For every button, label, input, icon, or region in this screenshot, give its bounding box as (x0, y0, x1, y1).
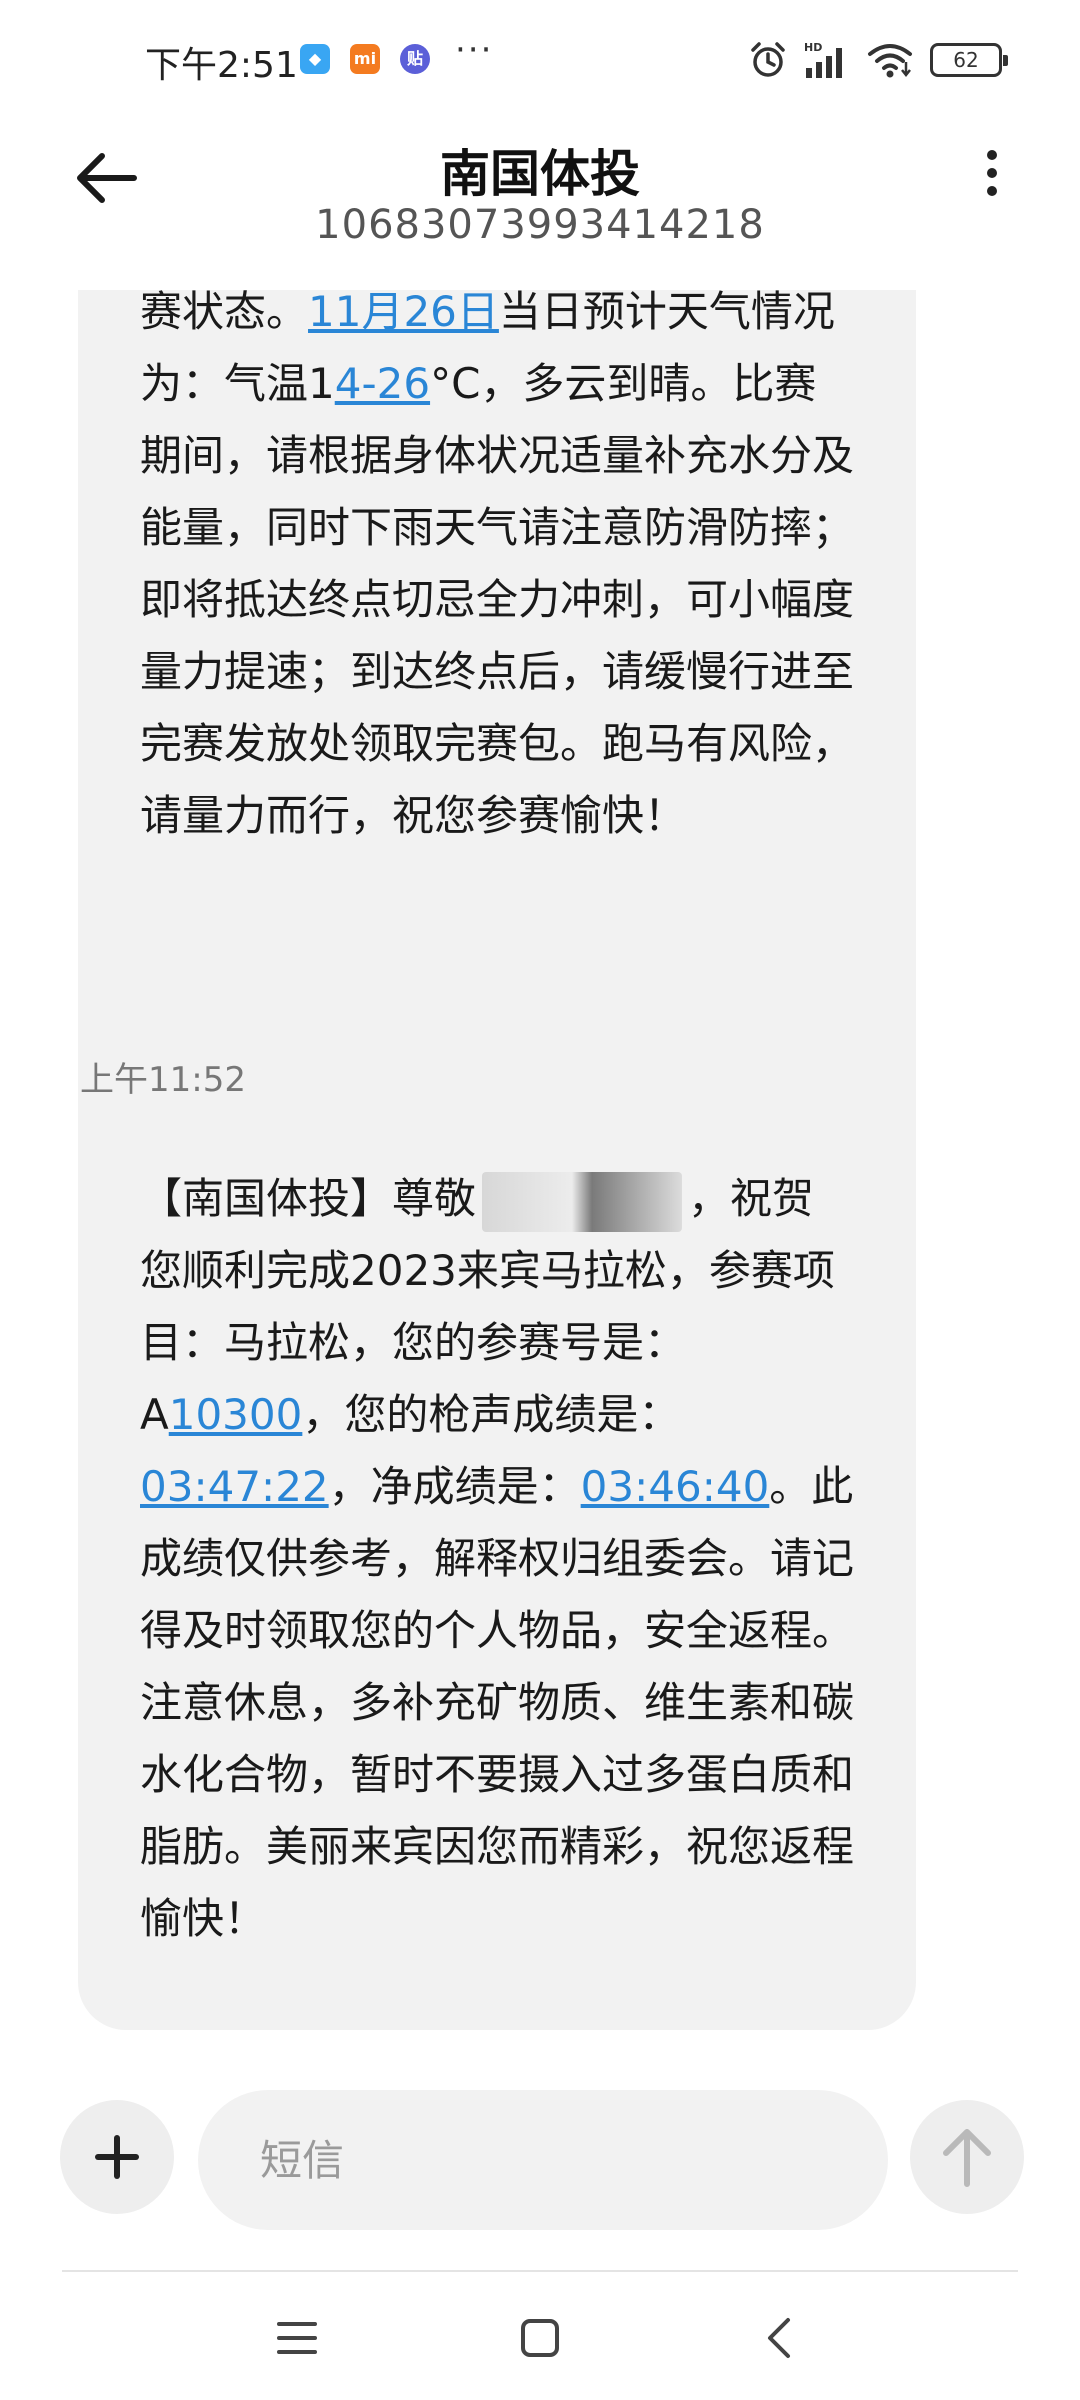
message-text-segment: °C，多云到晴。比赛期间，请根据身体状况适量补充水分及能量，同时下雨天气请注意防… (140, 359, 855, 840)
battery-icon: 62 (930, 43, 1008, 77)
more-notifications-icon: ··· (455, 30, 494, 70)
sticker-app-icon: 贴 (400, 44, 430, 74)
more-options-button[interactable] (970, 142, 1014, 214)
bib-number-link[interactable]: 10300 (169, 1390, 303, 1439)
date-link[interactable]: 11月26日 (308, 290, 499, 336)
system-navigation-bar (0, 2272, 1080, 2400)
message-text-segment: 。此成绩仅供参考，解释权归组委会。请记得及时领取您的个人物品，安全返程。注意休息… (140, 1462, 855, 1943)
wifi-icon (868, 44, 912, 78)
square-icon (521, 2319, 559, 2357)
message-bubble[interactable]: 【南国体投】尊敬 ，祝贺您顺利完成2023来宾马拉松，参赛项目：马拉松，您的参赛号… (78, 1125, 916, 2030)
battery-level: 62 (953, 48, 979, 72)
conversation-header: 南国体投 10683073993414218 (0, 120, 1080, 290)
alarm-icon (751, 42, 785, 77)
send-button[interactable] (910, 2100, 1024, 2214)
signal-icon: HD (804, 41, 842, 78)
message-text-segment: 赛状态。 (140, 290, 309, 336)
net-time-link[interactable]: 03:46:40 (581, 1462, 770, 1511)
contact-name: 南国体投 (440, 145, 640, 203)
contact-number: 10683073993414218 (315, 202, 765, 248)
vertical-dots-icon (987, 150, 997, 160)
redacted-name (482, 1171, 683, 1232)
notification-app-icon: ◆ (300, 44, 330, 74)
recent-apps-button[interactable] (257, 2298, 337, 2378)
number-link[interactable]: 4-26 (335, 359, 430, 408)
composer (0, 2060, 1080, 2260)
menu-lines-icon (277, 2322, 317, 2354)
message-list[interactable]: 赛状态。11月26日当日预计天气情况为：气温14-26°C，多云到晴。比赛期间，… (0, 290, 1080, 2060)
message-text-segment: 【南国体投】尊敬 (140, 1174, 477, 1223)
status-bar: 下午2:51 ◆ mi 贴 ··· HD 62 (0, 0, 1080, 120)
arrow-up-icon (943, 2129, 991, 2187)
status-time: 下午2:51 (145, 45, 298, 86)
message-text-segment: ，您的枪声成绩是： (302, 1390, 681, 1439)
svg-text:HD: HD (804, 41, 822, 54)
gun-time-link[interactable]: 03:47:22 (140, 1462, 329, 1511)
mi-store-icon: mi (350, 44, 380, 74)
message-timestamp: 上午11:52 (80, 1060, 246, 1100)
chevron-left-icon (768, 2318, 790, 2358)
message-input[interactable] (198, 2090, 888, 2230)
message-text-segment: ，净成绩是： (328, 1462, 581, 1511)
home-button[interactable] (500, 2298, 580, 2378)
add-attachment-button[interactable] (60, 2100, 174, 2214)
status-icons: HD 62 (748, 38, 1008, 82)
nav-back-button[interactable] (740, 2298, 820, 2378)
